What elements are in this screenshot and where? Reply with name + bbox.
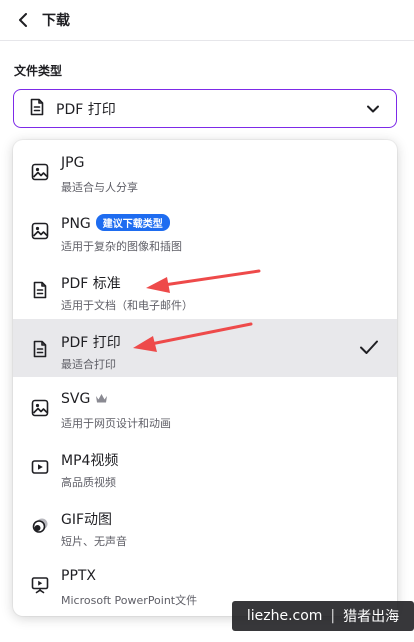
menu-item-desc: 适用于复杂的图像和插图 <box>61 240 182 253</box>
menu-item-pdf-print[interactable]: PDF 打印 最适合打印 <box>13 319 397 377</box>
image-icon <box>31 222 49 240</box>
menu-item-desc: 适用于网页设计和动画 <box>61 417 171 430</box>
menu-item-name: JPG <box>61 155 85 171</box>
menu-item-desc: 短片、无声音 <box>61 535 127 548</box>
crown-icon <box>95 392 108 408</box>
back-icon[interactable] <box>14 11 32 29</box>
video-icon <box>31 458 49 476</box>
menu-item-name: GIF动图 <box>61 512 113 528</box>
menu-item-desc: Microsoft PowerPoint文件 <box>61 594 198 607</box>
menu-item-desc: 最适合与人分享 <box>61 181 138 194</box>
menu-item-name: PNG 建议下载类型 <box>61 214 170 232</box>
menu-item-name: PPTX <box>61 568 97 584</box>
menu-item-name: PDF 打印 <box>61 335 121 351</box>
menu-item-pdf-standard[interactable]: PDF 标准 适用于文档（和电子邮件） <box>13 260 397 318</box>
file-type-menu: JPG 最适合与人分享 PNG 建议下载类型 适用于复杂的图像和插图 PDF 标准… <box>13 140 397 616</box>
document-icon <box>31 281 49 299</box>
menu-item-name-text: SVG <box>61 391 91 407</box>
menu-item-name-text: PNG <box>61 216 91 232</box>
chevron-down-icon <box>366 101 380 120</box>
checkmark-icon <box>359 339 379 359</box>
watermark: liezhe.com | 猎者出海 <box>232 601 414 631</box>
file-type-select-value: PDF 打印 <box>56 101 116 118</box>
menu-item-jpg[interactable]: JPG 最适合与人分享 <box>13 142 397 200</box>
menu-item-name: MP4视频 <box>61 453 119 469</box>
watermark-site: liezhe.com <box>246 608 323 624</box>
menu-item-desc: 高品质视频 <box>61 476 116 489</box>
watermark-divider: | <box>330 608 336 624</box>
page-title: 下载 <box>42 13 70 29</box>
menu-item-name: SVG <box>61 391 108 408</box>
file-type-select[interactable]: PDF 打印 <box>13 89 397 128</box>
watermark-brand: 猎者出海 <box>343 609 400 625</box>
document-icon <box>30 98 44 120</box>
menu-item-gif[interactable]: GIF动图 短片、无声音 <box>13 496 397 554</box>
menu-item-name: PDF 标准 <box>61 276 121 292</box>
file-type-label: 文件类型 <box>14 64 63 78</box>
menu-item-desc: 适用于文档（和电子邮件） <box>61 299 193 312</box>
presentation-icon <box>31 576 49 594</box>
panel-header: 下载 <box>0 0 414 41</box>
document-icon <box>31 340 49 358</box>
download-panel: 下载 文件类型 PDF 打印 JPG 最适合与人分享 PNG 建议下载类型 适用于… <box>0 0 414 642</box>
menu-item-svg[interactable]: SVG 适用于网页设计和动画 <box>13 378 397 436</box>
menu-item-mp4[interactable]: MP4视频 高品质视频 <box>13 437 397 495</box>
recommended-badge: 建议下载类型 <box>95 214 170 231</box>
image-icon <box>31 399 49 417</box>
gif-icon <box>31 517 49 535</box>
image-icon <box>31 163 49 181</box>
menu-item-png[interactable]: PNG 建议下载类型 适用于复杂的图像和插图 <box>13 201 397 259</box>
menu-item-desc: 最适合打印 <box>61 358 116 371</box>
